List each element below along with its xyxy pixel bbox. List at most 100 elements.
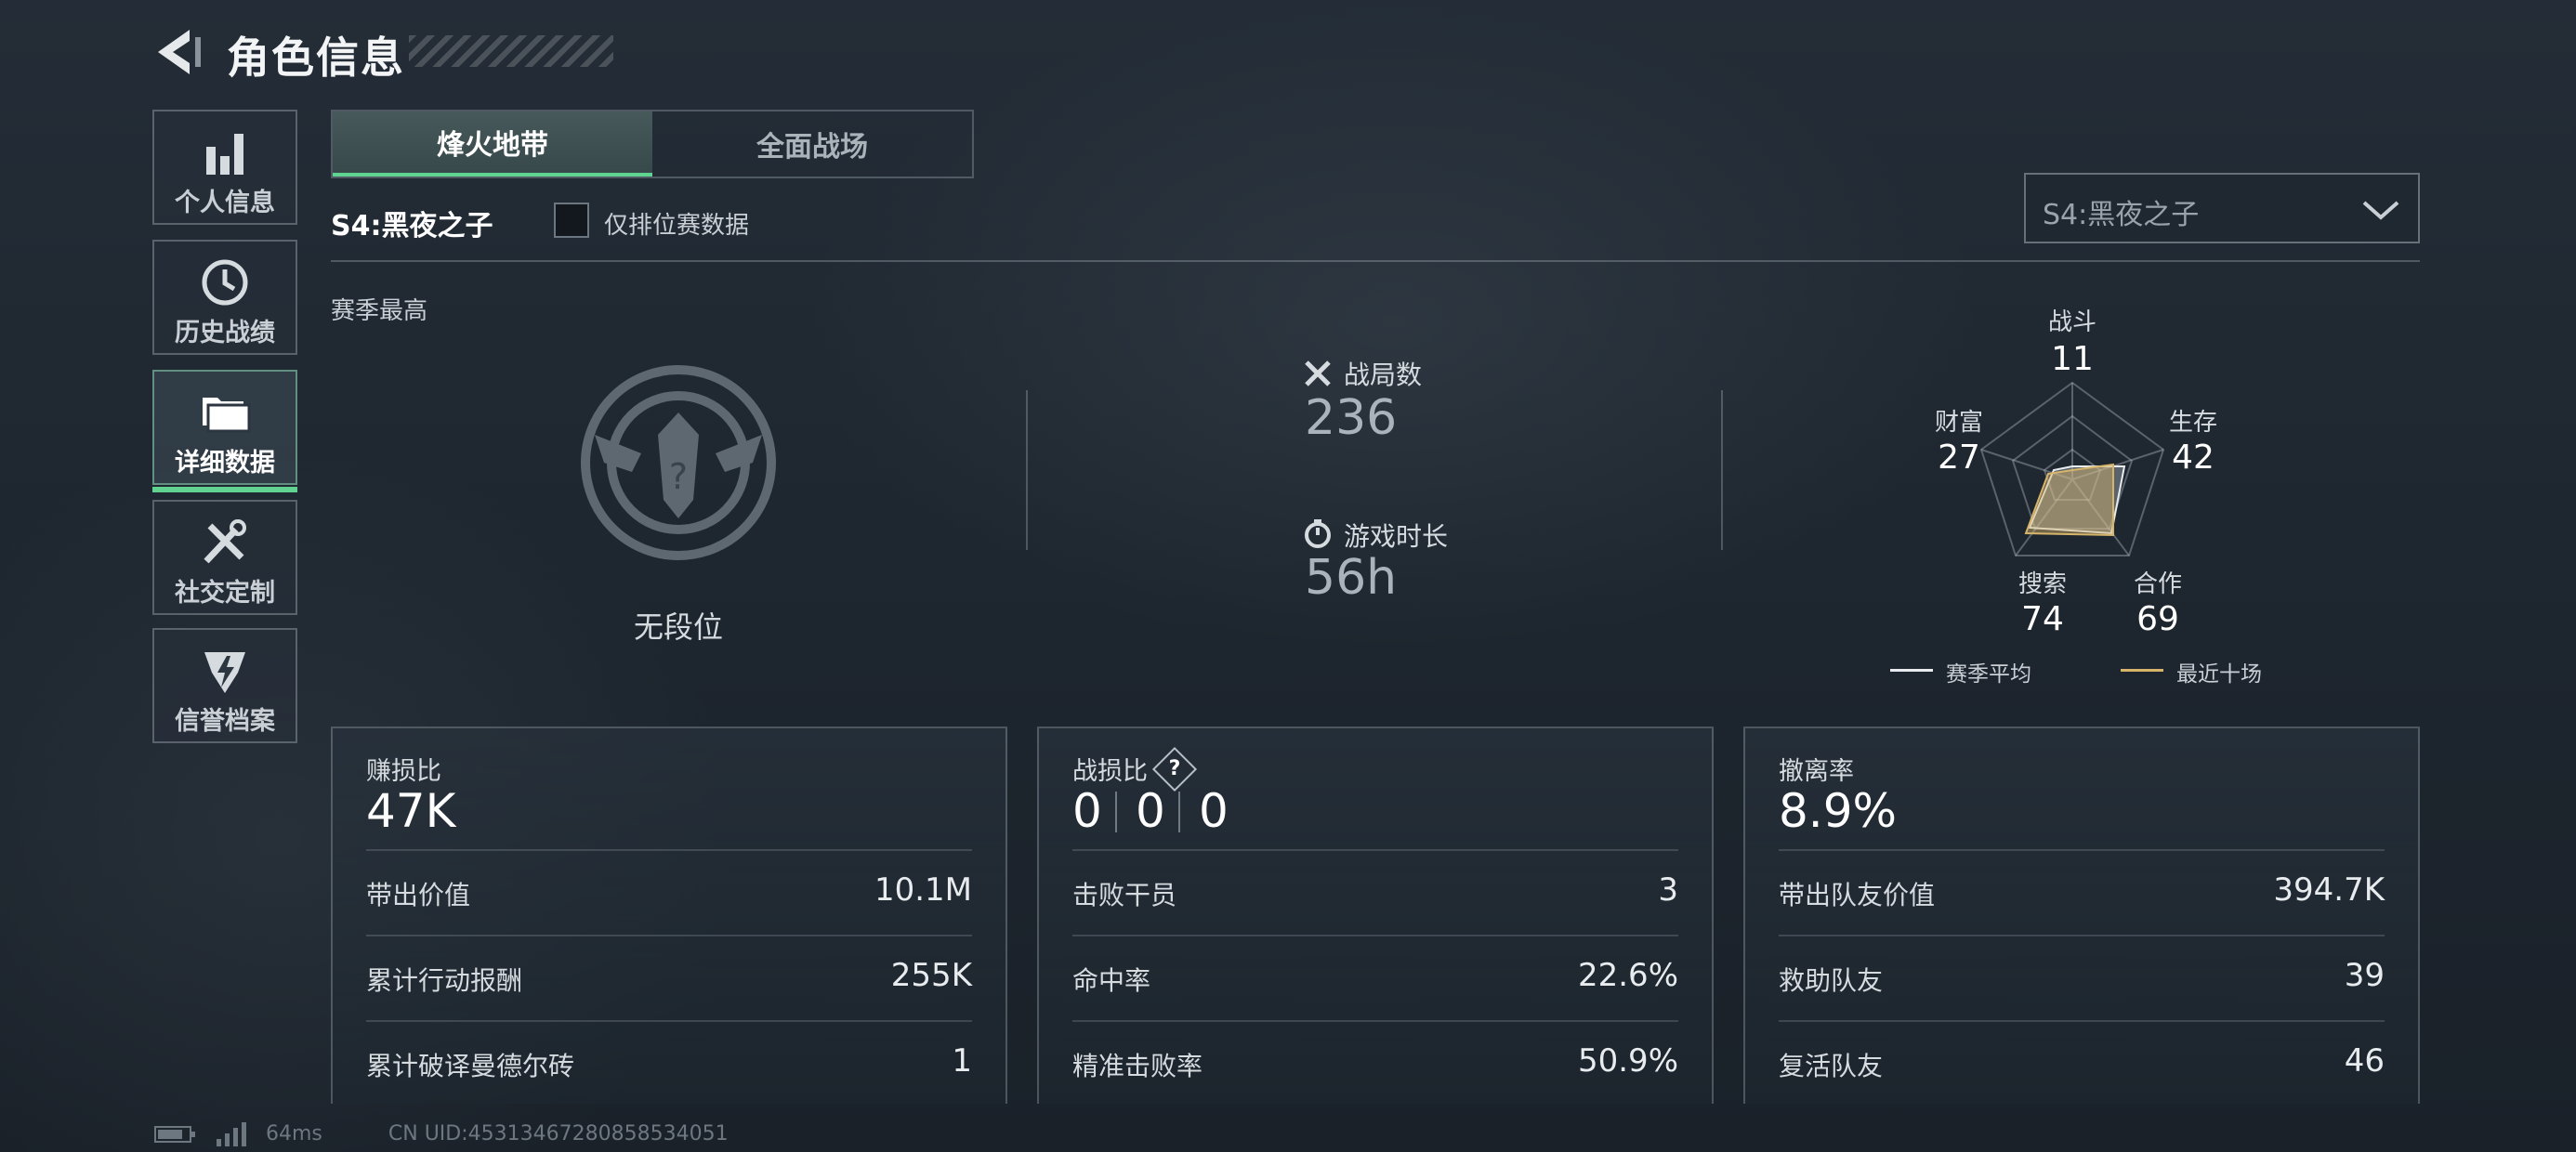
radar-axis-label: 搜索	[2017, 570, 2067, 598]
sidebar-item-label: 个人信息	[175, 189, 275, 217]
kd-value-3: 0	[1199, 784, 1229, 838]
row-label: 累计破译曼德尔砖	[366, 1051, 575, 1081]
row-value: 39	[2344, 957, 2385, 994]
bar-chart-icon	[206, 134, 243, 175]
row-label: 累计行动报酬	[366, 965, 523, 996]
divider	[1178, 792, 1180, 832]
row-label: 带出队友价值	[1779, 880, 1936, 910]
tools-icon	[204, 519, 246, 564]
list-item: 命中率 22.6%	[1072, 935, 1678, 1020]
divider	[1115, 792, 1117, 832]
card-title: 战损比	[1072, 757, 1148, 786]
season-label: S4:黑夜之子	[331, 210, 493, 242]
divider	[1721, 390, 1723, 550]
list-item: 累计行动报酬 255K	[366, 935, 972, 1020]
sidebar-item-label: 社交定制	[175, 579, 275, 608]
divider	[1026, 390, 1028, 550]
back-arrow-icon	[158, 30, 201, 74]
list-item: 击败干员 3	[1072, 849, 1678, 935]
row-value: 46	[2344, 1042, 2385, 1080]
row-label: 精准击败率	[1072, 1051, 1203, 1081]
page-title: 角色信息	[227, 33, 405, 83]
mode-tabs: 烽火地带 全面战场	[331, 110, 974, 178]
card-title: 赚损比	[366, 757, 441, 786]
row-value: 255K	[890, 957, 972, 994]
row-label: 救助队友	[1779, 965, 1884, 996]
tab-firezone[interactable]: 烽火地带	[333, 111, 652, 177]
chevron-down-icon	[2362, 201, 2399, 220]
signal-icon	[217, 1122, 246, 1146]
row-label: 命中率	[1072, 965, 1151, 996]
row-value: 50.9%	[1577, 1042, 1678, 1080]
help-icon-glyph: ?	[1168, 756, 1181, 780]
back-button[interactable]	[149, 24, 204, 80]
legend-recent-ten-swatch	[2121, 669, 2163, 672]
radar-recent-ten-shape	[2024, 463, 2114, 537]
legend-recent-ten: 最近十场	[2176, 662, 2262, 687]
radar-axis-value: 27	[1938, 439, 1980, 477]
card-value: 47K	[366, 784, 456, 838]
radar-axis-label: 战斗	[2047, 308, 2096, 336]
sidebar-item-personal-info[interactable]: 个人信息	[152, 110, 297, 225]
rank-text: 无段位	[633, 609, 723, 645]
row-label: 复活队友	[1779, 1051, 1884, 1081]
title-decoration	[409, 35, 613, 67]
list-item: 精准击败率 50.9%	[1072, 1020, 1678, 1106]
tab-full-battlefield[interactable]: 全面战场	[652, 111, 972, 177]
battery-icon	[154, 1126, 195, 1143]
card-value: 8.9%	[1779, 784, 1898, 838]
sidebar-item-label: 详细数据	[175, 449, 275, 478]
rank-emblem-icon: ?	[581, 365, 776, 560]
sidebar-item-social[interactable]: 社交定制	[152, 500, 297, 615]
row-value: 10.1M	[874, 871, 972, 909]
season-dropdown[interactable]: S4:黑夜之子	[2024, 173, 2420, 243]
sidebar-item-reputation[interactable]: 信誉档案	[152, 628, 297, 743]
extract-card: 撤离率 8.9% 带出队友价值 394.7K 救助队友 39 复活队友 46	[1743, 727, 2420, 1104]
playtime-value: 56h	[1305, 550, 1398, 606]
sidebar-item-history[interactable]: 历史战绩	[152, 240, 297, 355]
radar-chart: 战斗 11 生存 42 合作 69 搜索 74 财富 27	[1914, 303, 2305, 647]
radar-axis-value: 74	[2021, 600, 2064, 638]
divider	[331, 260, 2420, 262]
uid-text: CN UID:45313467280858534051	[388, 1122, 729, 1145]
radar-axis-value: 11	[2051, 340, 2094, 378]
list-item: 累计破译曼德尔砖 1	[366, 1020, 972, 1106]
stopwatch-icon	[1305, 519, 1331, 548]
season-best-label: 赛季最高	[331, 297, 428, 325]
playtime-label: 游戏时长	[1344, 521, 1449, 552]
radar-axis-label: 生存	[2168, 409, 2217, 437]
legend-season-avg-swatch	[1890, 669, 1933, 672]
radar-axis-value: 42	[2172, 439, 2215, 477]
card-title: 撤离率	[1779, 757, 1854, 786]
sidebar-item-label: 历史战绩	[175, 319, 275, 347]
ranked-only-label: 仅排位赛数据	[604, 212, 750, 240]
crossed-swords-icon	[1305, 360, 1331, 386]
list-item: 带出价值 10.1M	[366, 849, 972, 935]
clock-history-icon	[202, 259, 248, 306]
row-label: 击败干员	[1072, 880, 1177, 910]
kd-value-1: 0	[1072, 784, 1102, 838]
row-value: 3	[1658, 871, 1678, 909]
radar-axis-value: 69	[2136, 600, 2179, 638]
kd-value-2: 0	[1136, 784, 1165, 838]
matches-value: 236	[1305, 390, 1398, 446]
sidebar-item-detailed-data[interactable]: 详细数据	[152, 370, 297, 492]
matches-label: 战局数	[1344, 360, 1423, 390]
card-title-wrap: 战损比?	[1072, 746, 1198, 792]
row-value: 1	[952, 1042, 972, 1080]
sidebar-item-label: 信誉档案	[175, 707, 275, 736]
ping-value: 64ms	[266, 1122, 322, 1145]
shield-bolt-icon	[204, 652, 245, 693]
legend-season-avg: 赛季平均	[1946, 662, 2031, 687]
folder-icon	[203, 398, 251, 433]
profit-card: 赚损比 47K 带出价值 10.1M 累计行动报酬 255K 累计破译曼德尔砖 …	[331, 727, 1007, 1104]
list-item: 救助队友 39	[1779, 935, 2385, 1020]
radar-axis-label: 财富	[1934, 409, 1983, 437]
status-footer: 64ms CN UID:45313467280858534051	[154, 1122, 729, 1146]
season-dropdown-value: S4:黑夜之子	[2043, 199, 2200, 231]
ranked-only-checkbox[interactable]	[554, 203, 589, 238]
svg-text:?: ?	[669, 456, 688, 497]
row-value: 394.7K	[2273, 871, 2385, 909]
list-item: 带出队友价值 394.7K	[1779, 849, 2385, 935]
row-label: 带出价值	[366, 880, 471, 910]
